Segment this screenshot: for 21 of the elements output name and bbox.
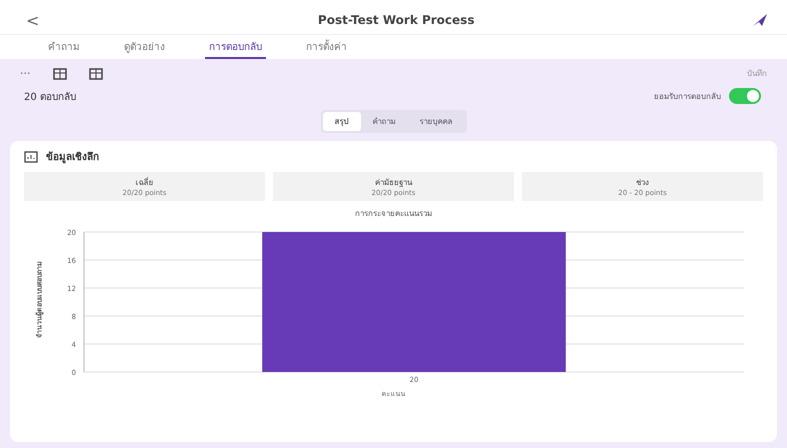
sheet-icon[interactable]: [52, 68, 66, 80]
send-icon[interactable]: [753, 14, 767, 26]
stat-label: เฉลี่ย: [136, 176, 154, 189]
sheet-icon[interactable]: [88, 68, 102, 80]
insights-title: ข้อมูลเชิงลึก: [46, 150, 99, 164]
chart-icon: [24, 150, 38, 162]
chart-title: การกระจายคะแนนรวม: [354, 208, 433, 220]
response-count: 20 ตอบกลับ: [24, 90, 77, 104]
stat-label: ค่ามัธยฐาน: [375, 177, 412, 189]
more-button[interactable]: ···: [20, 67, 30, 80]
tab[interactable]: คำถาม: [44, 35, 84, 59]
accepting-toggle[interactable]: [729, 88, 761, 104]
stat-label: ช่วง: [636, 177, 649, 189]
view-segment[interactable]: คำถาม: [360, 112, 408, 131]
accepting-label: ยอมรับการตอบกลับ: [654, 90, 721, 102]
tab[interactable]: การตั้งค่า: [302, 35, 351, 59]
back-button[interactable]: <: [26, 10, 40, 30]
view-segment[interactable]: สรุป: [322, 112, 360, 131]
view-segment[interactable]: รายบุคคล: [408, 112, 464, 131]
tab[interactable]: ดูตัวอย่าง: [120, 35, 169, 59]
form-title: Post-Test Work Process: [316, 13, 476, 27]
